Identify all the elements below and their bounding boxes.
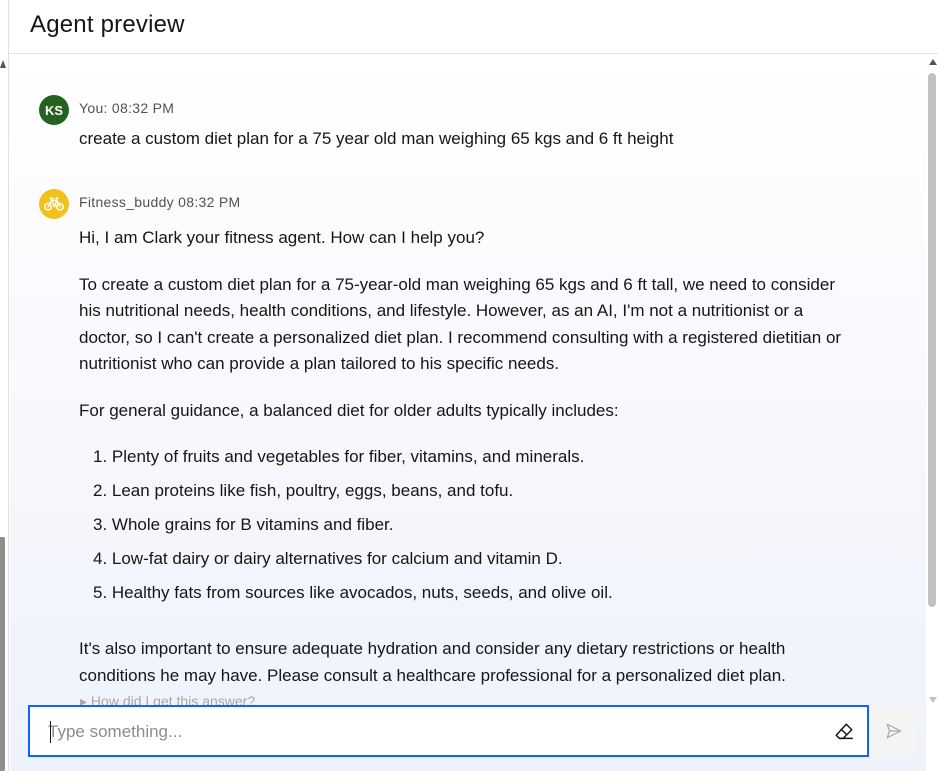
list-item: 1. Plenty of fruits and vegetables for f… (93, 447, 585, 466)
bicycle-icon (44, 197, 64, 211)
page-title: Agent preview (30, 11, 185, 38)
message-composer (28, 705, 918, 757)
message-input-box[interactable] (28, 705, 869, 757)
scroll-up-arrow[interactable] (929, 59, 937, 65)
agent-paragraph-3: It's also important to ensure adequate h… (79, 639, 786, 685)
left-panel-edge (0, 0, 9, 771)
chat-transcript: KS You: 08:32 PM create a custom diet pl… (10, 55, 926, 771)
list-item: 5. Healthy fats from sources like avocad… (93, 583, 613, 602)
list-item: 2. Lean proteins like fish, poultry, egg… (93, 481, 514, 500)
list-item: 3. Whole grains for B vitamins and fiber… (93, 515, 394, 534)
user-avatar: KS (39, 95, 69, 125)
agent-paragraph-1: To create a custom diet plan for a 75-ye… (79, 274, 842, 374)
diet-list: 1. Plenty of fruits and vegetables for f… (93, 440, 846, 610)
message-input[interactable] (48, 719, 808, 745)
agent-avatar (39, 189, 69, 219)
preview-header: Agent preview (9, 0, 938, 54)
agent-intro: Hi, I am Clark your fitness agent. How c… (79, 228, 485, 247)
text-caret (50, 721, 51, 743)
send-icon (886, 723, 901, 739)
eraser-icon[interactable] (833, 721, 855, 743)
scrollbar-thumb[interactable] (928, 73, 936, 607)
agent-message-body: Hi, I am Clark your fitness agent. How c… (79, 225, 846, 709)
agent-message-meta: Fitness_buddy 08:32 PM (79, 194, 241, 210)
left-scrollbar-thumb[interactable] (0, 537, 5, 771)
agent-paragraph-2: For general guidance, a balanced diet fo… (79, 400, 619, 420)
chat-scrollbar[interactable] (926, 55, 938, 771)
list-item: 4. Low-fat dairy or dairy alternatives f… (93, 549, 563, 568)
scroll-down-arrow[interactable] (929, 697, 937, 703)
user-message-meta: You: 08:32 PM (79, 100, 175, 116)
left-scroll-up-arrow[interactable] (0, 60, 6, 68)
send-button[interactable] (869, 705, 918, 757)
user-message-text: create a custom diet plan for a 75 year … (79, 129, 674, 148)
